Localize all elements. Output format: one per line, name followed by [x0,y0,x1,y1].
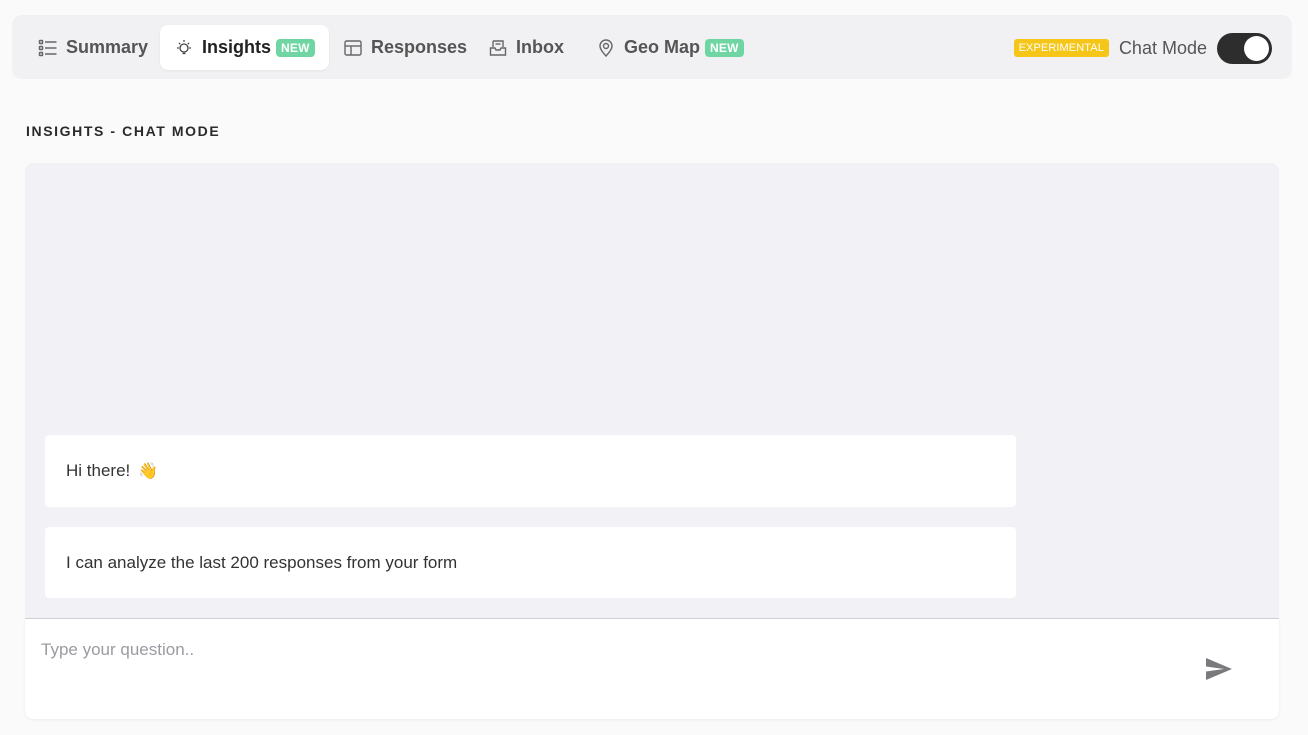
chat-message: Hi there! 👋 [45,435,1016,507]
list-icon [38,38,58,58]
map-pin-icon [596,38,616,58]
tab-inbox-label: Inbox [516,37,564,57]
tab-insights-label: Insights [202,37,272,57]
chat-mode-label: Chat Mode [1118,37,1207,58]
chat-messages-panel: Hi there! 👋 I can analyze the last 200 r… [25,163,1279,618]
bulb-icon [174,38,194,58]
question-input[interactable] [41,637,1161,663]
new-badge: NEW [705,38,744,57]
table-icon [343,38,363,58]
message-text: I can analyze the last 200 responses fro… [66,552,458,572]
waving-hand-icon: 👋 [138,463,159,480]
send-icon [1205,657,1233,686]
tab-insights[interactable]: Insights NEW [160,25,329,70]
page-title: INSIGHTS - CHAT MODE [26,123,221,139]
tab-bar: Summary Insights NEW Responses Inbox Geo… [12,15,1292,79]
chat-mode-controls: EXPERIMENTAL Chat Mode [1013,32,1272,64]
tab-summary[interactable]: Summary [24,25,162,70]
question-input-area [25,618,1279,719]
experimental-badge: EXPERIMENTAL [1013,39,1109,57]
tab-summary-label: Summary [66,37,149,57]
toggle-knob [1244,35,1269,61]
tab-geo-map-label: Geo Map [624,37,701,57]
send-button[interactable] [1203,657,1235,685]
tab-responses[interactable]: Responses [329,25,481,70]
tab-inbox[interactable]: Inbox [474,25,578,70]
message-text: Hi there! [66,461,131,480]
tab-responses-label: Responses [371,37,468,57]
chat-message: I can analyze the last 200 responses fro… [45,527,1016,598]
new-badge: NEW [276,38,315,57]
tab-geo-map[interactable]: Geo Map NEW [582,25,758,70]
chat-mode-toggle[interactable] [1217,32,1272,64]
inbox-icon [488,38,508,58]
